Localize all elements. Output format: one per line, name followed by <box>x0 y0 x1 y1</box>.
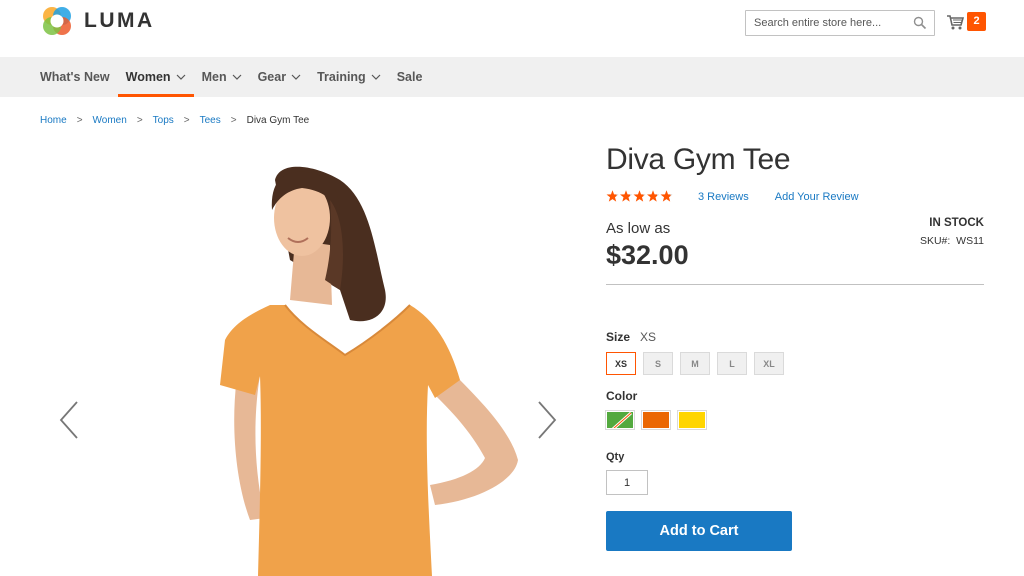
breadcrumb-separator: > <box>136 115 143 126</box>
gallery-next-arrow-icon[interactable] <box>536 400 558 440</box>
size-option-xs[interactable]: XS <box>606 352 636 375</box>
nav-item-label: Men <box>201 70 227 84</box>
color-swatch[interactable] <box>606 411 634 429</box>
breadcrumb-tees[interactable]: Tees <box>200 115 221 126</box>
color-label: Color <box>606 389 638 403</box>
search-input[interactable] <box>746 11 906 35</box>
size-option-l[interactable]: L <box>717 352 747 375</box>
breadcrumb: Home > Women > Tops > Tees > Diva Gym Te… <box>40 115 309 126</box>
add-to-cart-button[interactable]: Add to Cart <box>606 511 792 551</box>
nav-item-label: What's New <box>40 70 110 84</box>
breadcrumb-women[interactable]: Women <box>93 115 127 126</box>
breadcrumb-current: Diva Gym Tee <box>246 115 310 126</box>
breadcrumb-separator: > <box>230 115 237 126</box>
star-icon <box>620 190 632 202</box>
star-icon <box>606 190 619 202</box>
size-option-s[interactable]: S <box>643 352 673 375</box>
product-info: Diva Gym Tee 3 Reviews Add Your Review A… <box>606 140 984 551</box>
divider <box>606 284 984 285</box>
product-title: Diva Gym Tee <box>606 143 791 176</box>
nav-item-training[interactable]: Training <box>317 57 381 97</box>
breadcrumb-separator: > <box>183 115 190 126</box>
size-attribute: Size XS <box>606 330 656 344</box>
chevron-down-icon <box>291 74 301 80</box>
color-swatch[interactable] <box>642 411 670 429</box>
gallery-prev-arrow-icon[interactable] <box>58 400 80 440</box>
size-options: XS S M L XL <box>606 352 784 375</box>
sku-value: WS11 <box>956 235 984 247</box>
nav-item-men[interactable]: Men <box>202 57 242 97</box>
nav-item-what-s-new[interactable]: What's New <box>40 57 110 97</box>
add-review-link[interactable]: Add Your Review <box>775 191 859 203</box>
chevron-down-icon <box>176 74 186 80</box>
stock-status: IN STOCK <box>929 217 984 229</box>
chevron-down-icon <box>371 74 381 80</box>
minicart[interactable]: 2 <box>946 12 986 31</box>
main-navigation: What's New Women Men Gear Training Sale <box>0 57 1024 97</box>
breadcrumb-tops[interactable]: Tops <box>153 115 174 126</box>
nav-item-label: Training <box>317 70 366 84</box>
chevron-down-icon <box>232 74 242 80</box>
star-icon <box>647 190 659 202</box>
brand-name: LUMA <box>84 9 155 32</box>
nav-item-label: Gear <box>257 70 287 84</box>
size-option-xl[interactable]: XL <box>754 352 784 375</box>
size-selected-value: XS <box>640 330 657 344</box>
color-options <box>606 411 706 429</box>
size-option-m[interactable]: M <box>680 352 710 375</box>
rating-stars-icon <box>606 190 673 202</box>
site-header: LUMA 2 <box>0 0 1024 57</box>
search-icon[interactable] <box>913 16 927 30</box>
reviews-link[interactable]: 3 Reviews <box>698 191 749 203</box>
color-swatch[interactable] <box>678 411 706 429</box>
luma-logo-icon <box>43 7 71 35</box>
nav-item-label: Sale <box>396 70 423 84</box>
nav-item-women[interactable]: Women <box>117 57 194 97</box>
product-gallery <box>40 140 580 576</box>
nav-item-sale[interactable]: Sale <box>397 57 423 97</box>
sku-label: SKU#: <box>919 235 951 247</box>
qty-label: Qty <box>606 451 625 463</box>
nav-item-gear[interactable]: Gear <box>258 57 302 97</box>
breadcrumb-home[interactable]: Home <box>40 115 67 126</box>
cart-count-badge[interactable]: 2 <box>967 12 986 31</box>
store-logo[interactable]: LUMA <box>40 4 155 38</box>
cart-icon[interactable] <box>946 13 964 31</box>
qty-input[interactable] <box>606 470 648 495</box>
price-prefix: As low as <box>606 220 671 237</box>
rating-summary: 3 Reviews Add Your Review <box>606 190 859 203</box>
product-sku: SKU#: WS11 <box>920 235 984 247</box>
product-price: $32.00 <box>606 240 689 270</box>
star-icon <box>633 190 646 202</box>
swatch-unavailable-icon <box>612 412 632 428</box>
product-image[interactable] <box>40 140 580 576</box>
breadcrumb-separator: > <box>76 115 83 126</box>
size-label: Size <box>606 330 631 344</box>
star-icon <box>660 190 673 202</box>
nav-item-label: Women <box>125 70 171 84</box>
search-box <box>745 10 935 36</box>
